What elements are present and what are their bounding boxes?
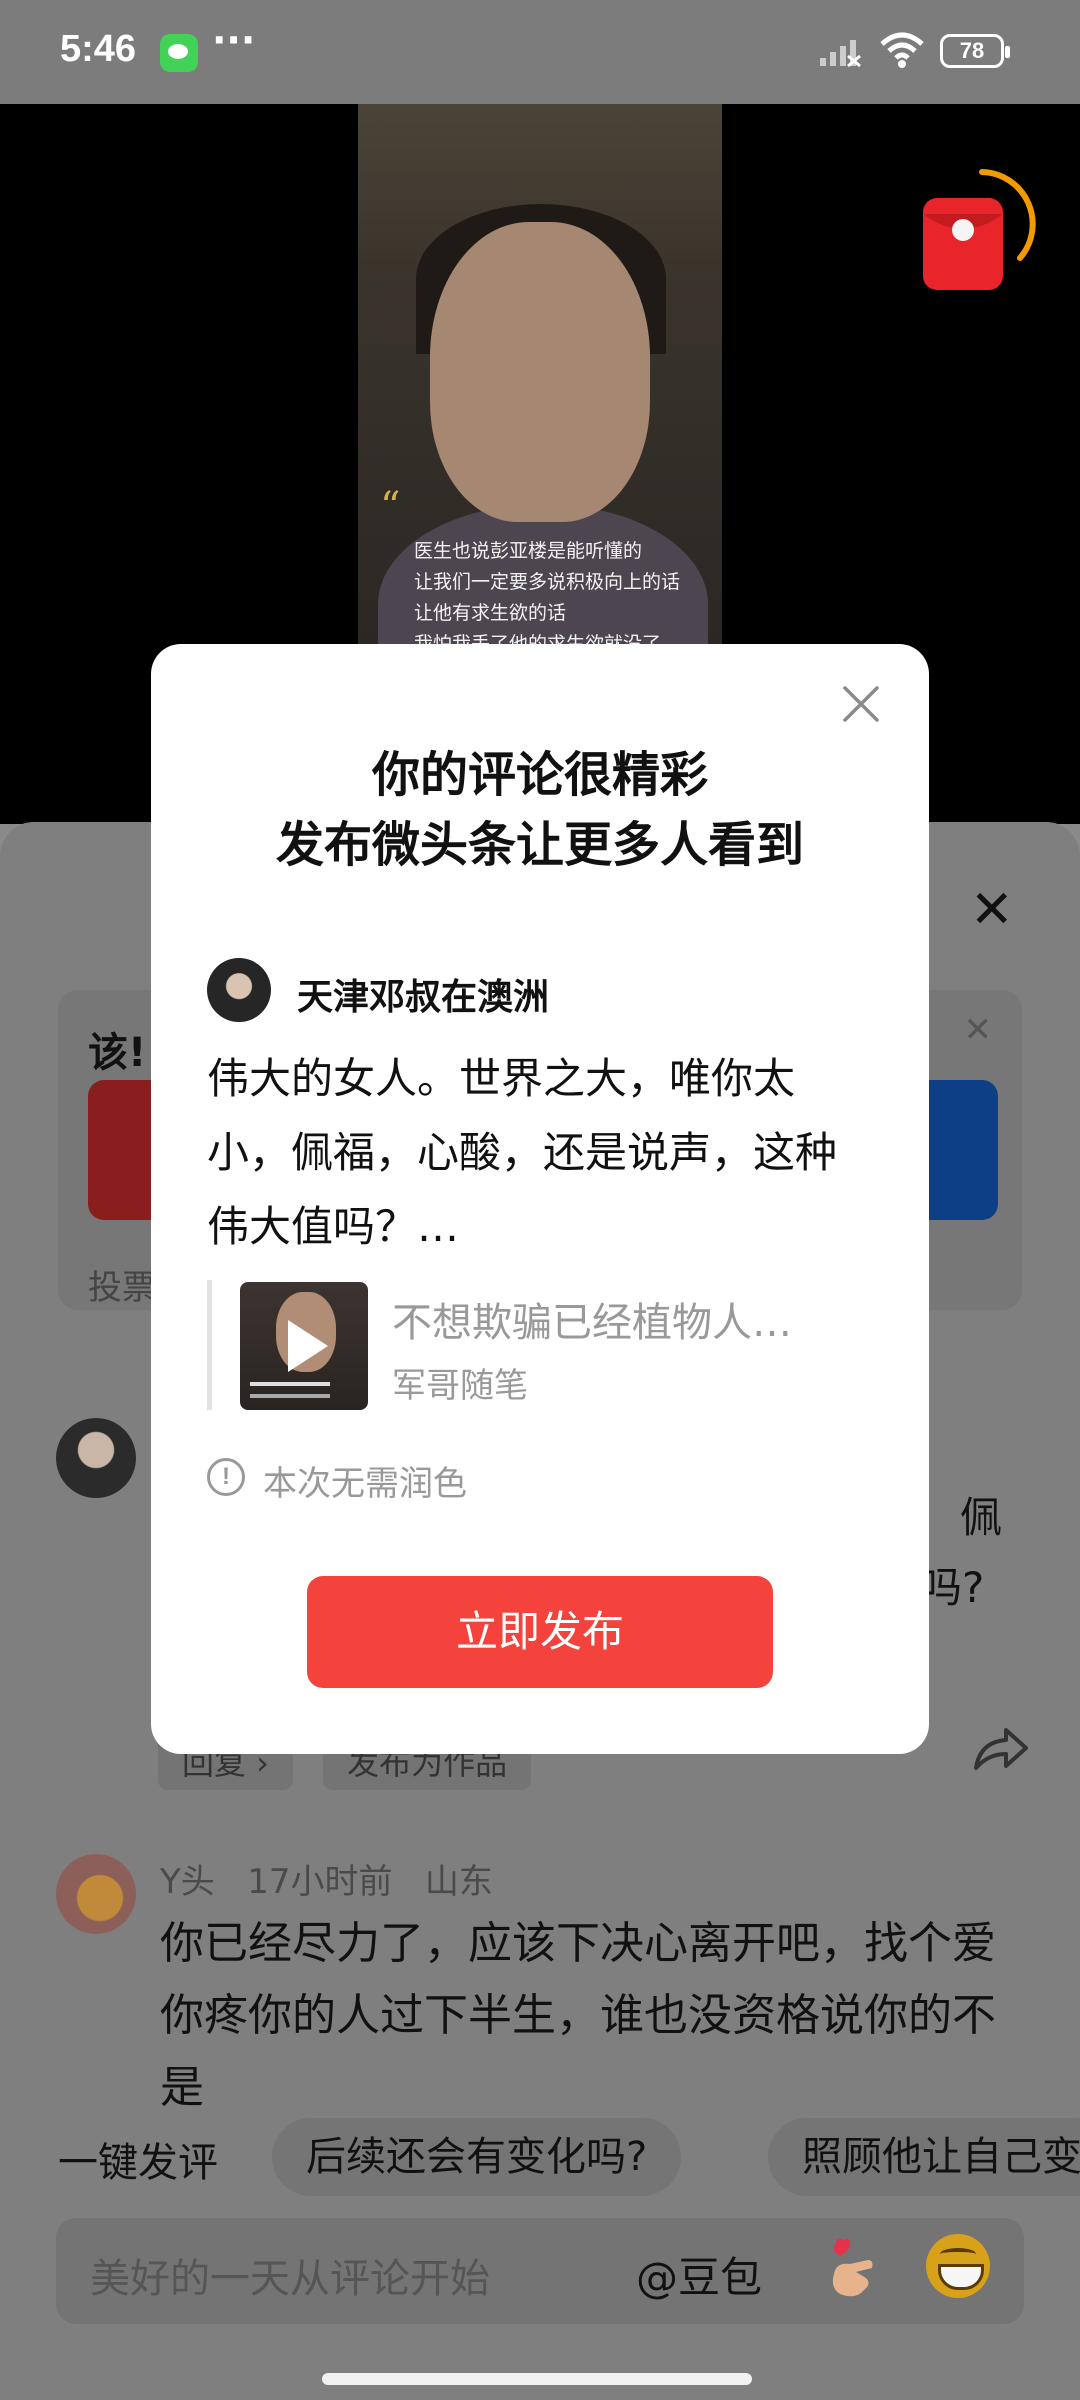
username: 天津邓叔在澳洲	[297, 977, 550, 1018]
publish-dialog: 你的评论很精彩 发布微头条让更多人看到 天津邓叔在澳洲 伟大的女人。世界之大，唯…	[151, 644, 929, 1754]
comment-user[interactable]: Y头	[160, 1862, 215, 1902]
comment-text-fragment: 吗?	[920, 1563, 985, 1612]
comment-text: 你已经尽力了，应该下决心离开吧，找个爱你疼你的人过下半生，谁也没资格说你的不是	[160, 1918, 996, 2113]
avatar	[207, 958, 271, 1022]
finger-heart-emoji-icon[interactable]	[816, 2234, 886, 2304]
battery-indicator: 78	[940, 34, 1010, 68]
info-icon: !	[207, 1458, 245, 1496]
comment-meta: Y头 17小时前 山东	[160, 1854, 493, 1903]
grin-emoji-icon[interactable]	[926, 2234, 990, 2298]
comment-location: 山东	[424, 1862, 493, 1902]
red-envelope-icon[interactable]	[920, 160, 1038, 300]
video-frame: “ 医生也说彭亚楼是能听懂的 让我们一定要多说积极向上的话 让他有求生欲的话 我…	[358, 104, 722, 644]
quoted-author: 军哥随笔	[392, 1366, 528, 1406]
more-notifications-icon: ···	[212, 18, 256, 62]
comment-input-placeholder: 美好的一天从评论开始	[90, 2256, 490, 2302]
comment-text-fragment: 佩	[960, 1493, 1003, 1542]
polish-notice-text: 本次无需润色	[263, 1464, 467, 1504]
mention-doubao-button[interactable]: @豆包	[636, 2244, 762, 2305]
quick-reply-row: 一键发评 后续还会有变化吗? 照顾他让自己变	[0, 2112, 1080, 2202]
video-quote-mark: “	[380, 484, 401, 530]
comment-preview: 伟大的女人。世界之大，唯你太小，佩福，心酸，还是说声，这种伟大值吗？…	[207, 1054, 838, 1251]
quoted-article[interactable]: 不想欺骗已经植物人… 军哥随笔	[207, 1280, 847, 1410]
quick-reply-chip[interactable]: 后续还会有变化吗?	[272, 2118, 682, 2196]
close-panel-icon[interactable]: ✕	[970, 880, 1014, 940]
status-bar: 5:46 ··· 78	[0, 0, 1080, 104]
signal-icon	[820, 40, 861, 68]
wechat-notification-icon	[160, 34, 198, 72]
video-caption: 医生也说彭亚楼是能听懂的 让我们一定要多说积极向上的话 让他有求生欲的话 我怕我…	[414, 540, 681, 644]
quick-reply-chip[interactable]: 照顾他让自己变	[768, 2118, 1080, 2196]
comment-time: 17小时前	[247, 1862, 393, 1902]
avatar[interactable]	[56, 1854, 136, 1934]
close-icon[interactable]	[841, 684, 881, 724]
quoted-title: 不想欺骗已经植物人…	[392, 1300, 792, 1346]
quick-reply-label: 一键发评	[58, 2140, 218, 2186]
dialog-title: 你的评论很精彩 发布微头条让更多人看到	[275, 747, 804, 873]
avatar[interactable]	[56, 1418, 136, 1498]
vote-close-icon[interactable]: ✕	[964, 1010, 993, 1050]
publish-button[interactable]: 立即发布	[307, 1576, 773, 1688]
video-thumbnail	[240, 1282, 368, 1410]
share-icon[interactable]	[970, 1724, 1030, 1774]
home-indicator[interactable]	[322, 2373, 752, 2385]
play-icon	[288, 1320, 328, 1372]
vote-title: 该!	[88, 1030, 147, 1076]
comment-input[interactable]: 美好的一天从评论开始 @豆包	[56, 2218, 1024, 2324]
status-time: 5:46	[60, 28, 137, 70]
wifi-icon	[880, 32, 924, 68]
vote-footer: 投票	[88, 1268, 156, 1308]
